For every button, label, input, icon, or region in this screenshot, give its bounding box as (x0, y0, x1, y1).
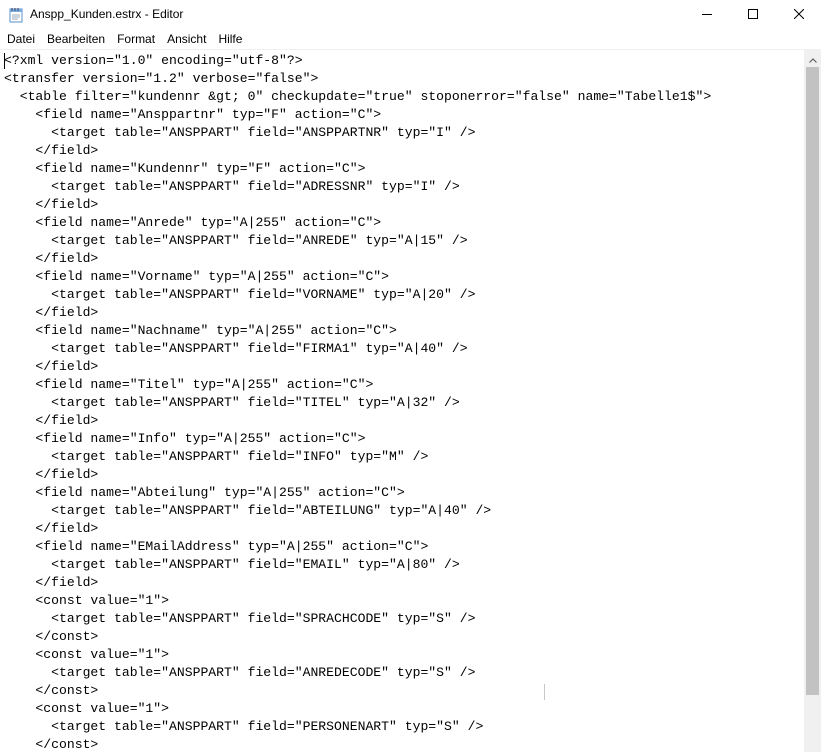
editor-content[interactable]: <?xml version="1.0" encoding="utf-8"?> <t… (4, 52, 711, 752)
text-line[interactable]: <target table="ANSPPART" field="FIRMA1" … (4, 340, 711, 358)
text-line[interactable]: <field name="Titel" typ="A|255" action="… (4, 376, 711, 394)
notepad-icon (9, 7, 23, 23)
maximize-icon (748, 6, 758, 24)
text-line[interactable]: <field name="Anrede" typ="A|255" action=… (4, 214, 711, 232)
text-line[interactable]: </field> (4, 520, 711, 538)
text-line[interactable]: <field name="Nachname" typ="A|255" actio… (4, 322, 711, 340)
text-line[interactable]: <field name="Ansppartnr" typ="F" action=… (4, 106, 711, 124)
text-line[interactable]: <target table="ANSPPART" field="TITEL" t… (4, 394, 711, 412)
text-line[interactable]: <target table="ANSPPART" field="EMAIL" t… (4, 556, 711, 574)
minimize-icon (702, 6, 712, 24)
text-line[interactable]: </field> (4, 250, 711, 268)
text-line[interactable]: </field> (4, 196, 711, 214)
menu-format[interactable]: Format (111, 30, 161, 49)
ibeam-cursor-icon (544, 684, 545, 700)
text-line[interactable]: <table filter="kundennr &gt; 0" checkupd… (4, 88, 711, 106)
text-line[interactable]: <target table="ANSPPART" field="SPRACHCO… (4, 610, 711, 628)
text-line[interactable]: <field name="EMailAddress" typ="A|255" a… (4, 538, 711, 556)
text-line[interactable]: <target table="ANSPPART" field="ANSPPART… (4, 124, 711, 142)
text-line[interactable]: </field> (4, 412, 711, 430)
maximize-button[interactable] (730, 0, 776, 30)
text-line[interactable]: <field name="Abteilung" typ="A|255" acti… (4, 484, 711, 502)
text-editor-area[interactable]: <?xml version="1.0" encoding="utf-8"?> <t… (0, 50, 804, 752)
text-line[interactable]: </field> (4, 304, 711, 322)
text-line[interactable]: <target table="ANSPPART" field="ABTEILUN… (4, 502, 711, 520)
menu-bar: Datei Bearbeiten Format Ansicht Hilfe (0, 30, 821, 49)
text-line[interactable]: </field> (4, 466, 711, 484)
close-button[interactable] (776, 0, 821, 30)
title-bar[interactable]: Anspp_Kunden.estrx - Editor (0, 0, 821, 30)
text-line[interactable]: <field name="Info" typ="A|255" action="C… (4, 430, 711, 448)
scroll-up-arrow-icon (808, 50, 817, 68)
text-line[interactable]: <target table="ANSPPART" field="ANREDECO… (4, 664, 711, 682)
text-line[interactable]: <const value="1"> (4, 700, 711, 718)
minimize-button[interactable] (684, 0, 730, 30)
text-line[interactable]: <const value="1"> (4, 592, 711, 610)
text-line[interactable]: </const> (4, 628, 711, 646)
menu-bearbeiten[interactable]: Bearbeiten (41, 30, 111, 49)
text-line[interactable]: </field> (4, 574, 711, 592)
close-icon (793, 6, 805, 24)
text-line[interactable]: <field name="Vorname" typ="A|255" action… (4, 268, 711, 286)
vertical-scrollbar[interactable] (804, 50, 821, 752)
text-line[interactable]: <target table="ANSPPART" field="ADRESSNR… (4, 178, 711, 196)
text-line[interactable]: <const value="1"> (4, 646, 711, 664)
scroll-thumb[interactable] (806, 67, 819, 695)
text-line[interactable]: <field name="Kundennr" typ="F" action="C… (4, 160, 711, 178)
text-line[interactable]: <?xml version="1.0" encoding="utf-8"?> (4, 52, 711, 70)
menu-ansicht[interactable]: Ansicht (161, 30, 212, 49)
text-line[interactable]: <transfer version="1.2" verbose="false"> (4, 70, 711, 88)
scroll-up-button[interactable] (804, 50, 821, 67)
text-line[interactable]: <target table="ANSPPART" field="INFO" ty… (4, 448, 711, 466)
menu-datei[interactable]: Datei (1, 30, 41, 49)
text-line[interactable]: </const> (4, 736, 711, 752)
text-line[interactable]: </const> (4, 682, 711, 700)
text-caret (4, 53, 5, 69)
text-line[interactable]: <target table="ANSPPART" field="ANREDE" … (4, 232, 711, 250)
menu-hilfe[interactable]: Hilfe (212, 30, 248, 49)
text-line[interactable]: <target table="ANSPPART" field="PERSONEN… (4, 718, 711, 736)
text-line[interactable]: <target table="ANSPPART" field="VORNAME"… (4, 286, 711, 304)
text-line[interactable]: </field> (4, 142, 711, 160)
window-title: Anspp_Kunden.estrx - Editor (30, 7, 184, 21)
text-line[interactable]: </field> (4, 358, 711, 376)
